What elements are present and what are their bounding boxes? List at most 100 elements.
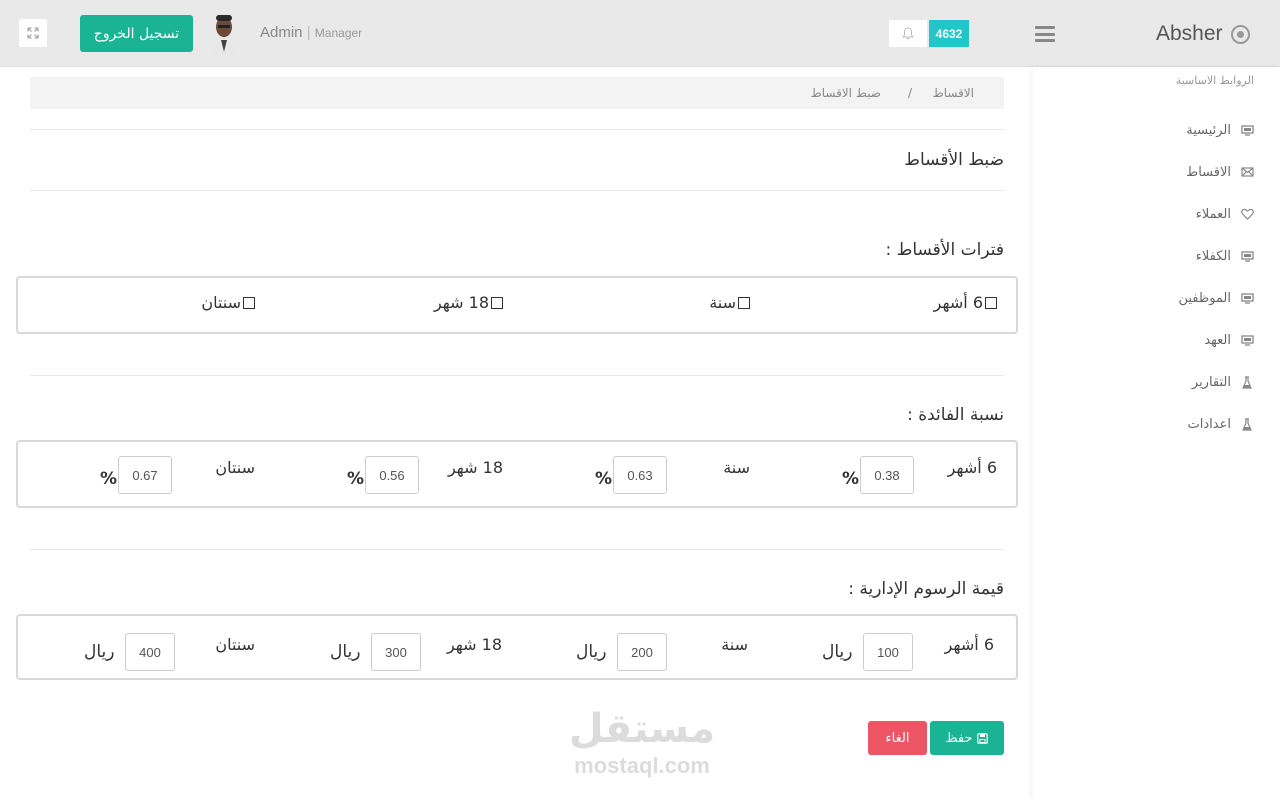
notification-count-badge[interactable]: 4632 xyxy=(929,20,969,47)
period-checkbox[interactable] xyxy=(738,296,750,309)
sidebar-item-label: التقارير xyxy=(1191,374,1231,390)
interest-input-18-months[interactable] xyxy=(365,456,419,494)
divider xyxy=(30,375,1004,376)
interest-label: سنتان xyxy=(215,458,255,477)
percent-unit: % xyxy=(842,469,860,489)
user-separator: | xyxy=(306,24,311,41)
riyal-unit: ريال xyxy=(822,642,853,662)
interest-label: 6 أشهر xyxy=(947,458,997,477)
notifications-button[interactable] xyxy=(889,20,927,47)
fee-label: سنة xyxy=(721,635,748,654)
interest-section-title: نسبة الفائدة : xyxy=(907,405,1004,425)
period-option-18-months[interactable]: 18 شهر xyxy=(434,293,503,312)
watermark-logo: مستقل mostaql.com xyxy=(562,705,722,785)
logout-button[interactable]: تسجيل الخروج xyxy=(80,15,193,52)
riyal-unit: ريال xyxy=(330,642,361,662)
sidebar-title: الروابط الاساسية xyxy=(1175,74,1254,87)
brand-name: Absher xyxy=(1156,22,1223,45)
sidebar-item-settings[interactable]: اعدادات xyxy=(1188,414,1254,434)
watermark-arabic: مستقل xyxy=(568,706,716,752)
fee-input-two-years[interactable] xyxy=(125,633,175,671)
fees-group: 6 أشهر ريال سنة ريال 18 شهر ريال سنتان ر… xyxy=(16,614,1018,680)
monitor-icon xyxy=(1240,249,1254,263)
fee-label: 6 أشهر xyxy=(944,635,994,654)
cancel-button[interactable]: الغاء xyxy=(868,721,927,755)
fee-input-6-months[interactable] xyxy=(863,633,913,671)
divider xyxy=(30,129,1004,130)
period-checkbox[interactable] xyxy=(243,296,255,309)
interest-label: 18 شهر xyxy=(447,458,503,477)
top-navbar: تسجيل الخروج Admin | Manager 4632 Absher xyxy=(0,0,1280,67)
sidebar-item-reports[interactable]: التقارير xyxy=(1192,372,1254,392)
sidebar-item-label: اعدادات xyxy=(1187,416,1231,432)
fee-label: 18 شهر xyxy=(446,635,502,654)
sidebar-item-installments[interactable]: الاقساط xyxy=(1186,162,1254,182)
sidebar-item-label: الاقساط xyxy=(1186,164,1231,180)
sidebar-item-label: الكفلاء xyxy=(1195,248,1231,264)
floppy-disk-icon xyxy=(977,732,989,744)
interest-input-year[interactable] xyxy=(613,456,667,494)
avatar[interactable] xyxy=(210,12,238,56)
period-option-label: سنتان xyxy=(201,293,241,312)
breadcrumb-current: ضبط الاقساط xyxy=(810,86,881,100)
monitor-icon xyxy=(1240,333,1254,347)
period-option-6-months[interactable]: 6 أشهر xyxy=(934,293,997,312)
sidebar-item-guarantors[interactable]: الكفلاء xyxy=(1196,246,1254,266)
sidebar-item-label: الموظفين xyxy=(1178,290,1231,306)
breadcrumb-separator: / xyxy=(907,86,912,100)
user-role: Manager xyxy=(314,26,363,40)
sidebar-item-clients[interactable]: العملاء xyxy=(1196,204,1254,224)
fee-input-year[interactable] xyxy=(617,633,667,671)
percent-unit: % xyxy=(347,469,365,489)
user-name: Admin xyxy=(260,24,303,41)
fullscreen-toggle[interactable] xyxy=(19,19,47,47)
interest-group: 6 أشهر % سنة % 18 شهر % سنتان % xyxy=(16,440,1018,508)
breadcrumb-parent-link[interactable]: الاقساط xyxy=(933,86,974,100)
fee-input-18-months[interactable] xyxy=(371,633,421,671)
sidebar-item-custody[interactable]: العهد xyxy=(1204,330,1254,350)
fee-label: سنتان xyxy=(215,635,255,654)
cancel-button-label: الغاء xyxy=(885,730,910,746)
percent-unit: % xyxy=(100,469,118,489)
monitor-icon xyxy=(1240,291,1254,305)
sidebar-item-employees[interactable]: الموظفين xyxy=(1178,288,1254,308)
page-title: ضبط الأقساط xyxy=(904,150,1004,170)
bell-icon xyxy=(902,27,914,40)
heart-icon xyxy=(1240,207,1254,221)
sidebar-item-label: الرئيسية xyxy=(1186,122,1231,138)
flask-icon xyxy=(1240,417,1254,431)
period-option-year[interactable]: سنة xyxy=(709,293,750,312)
percent-unit: % xyxy=(595,469,613,489)
period-option-two-years[interactable]: سنتان xyxy=(201,293,255,312)
save-button-label: حفظ xyxy=(945,730,973,746)
sidebar-item-home[interactable]: الرئيسية xyxy=(1186,120,1254,140)
period-option-label: سنة xyxy=(709,293,736,312)
sidebar: الروابط الاساسية الرئيسية الاقساط العملا… xyxy=(1033,67,1280,800)
envelope-icon xyxy=(1240,165,1254,179)
interest-input-6-months[interactable] xyxy=(860,456,914,494)
period-checkbox[interactable] xyxy=(491,296,503,309)
riyal-unit: ريال xyxy=(576,642,607,662)
expand-icon xyxy=(27,27,39,39)
interest-label: سنة xyxy=(723,458,750,477)
interest-input-two-years[interactable] xyxy=(118,456,172,494)
divider xyxy=(30,549,1004,550)
riyal-unit: ريال xyxy=(84,642,115,662)
period-option-label: 18 شهر xyxy=(433,293,489,312)
flask-icon xyxy=(1240,375,1254,389)
fees-section-title: قيمة الرسوم الإدارية : xyxy=(848,579,1004,599)
menu-toggle-icon[interactable] xyxy=(1035,26,1055,42)
periods-group: 6 أشهر سنة 18 شهر سنتان xyxy=(16,276,1018,334)
save-button[interactable]: حفظ xyxy=(930,721,1004,755)
watermark-latin: mostaql.com xyxy=(574,753,710,778)
monitor-icon xyxy=(1240,123,1254,137)
period-option-label: 6 أشهر xyxy=(933,293,983,312)
divider xyxy=(30,190,1004,191)
period-checkbox[interactable] xyxy=(985,296,997,309)
sidebar-item-label: العملاء xyxy=(1195,206,1231,222)
sidebar-item-label: العهد xyxy=(1204,332,1231,348)
breadcrumb: الاقساط / ضبط الاقساط xyxy=(30,77,1004,109)
periods-section-title: فترات الأقساط : xyxy=(885,240,1004,260)
brand-logo-icon xyxy=(1231,25,1250,44)
user-info[interactable]: Admin | Manager xyxy=(260,24,362,41)
